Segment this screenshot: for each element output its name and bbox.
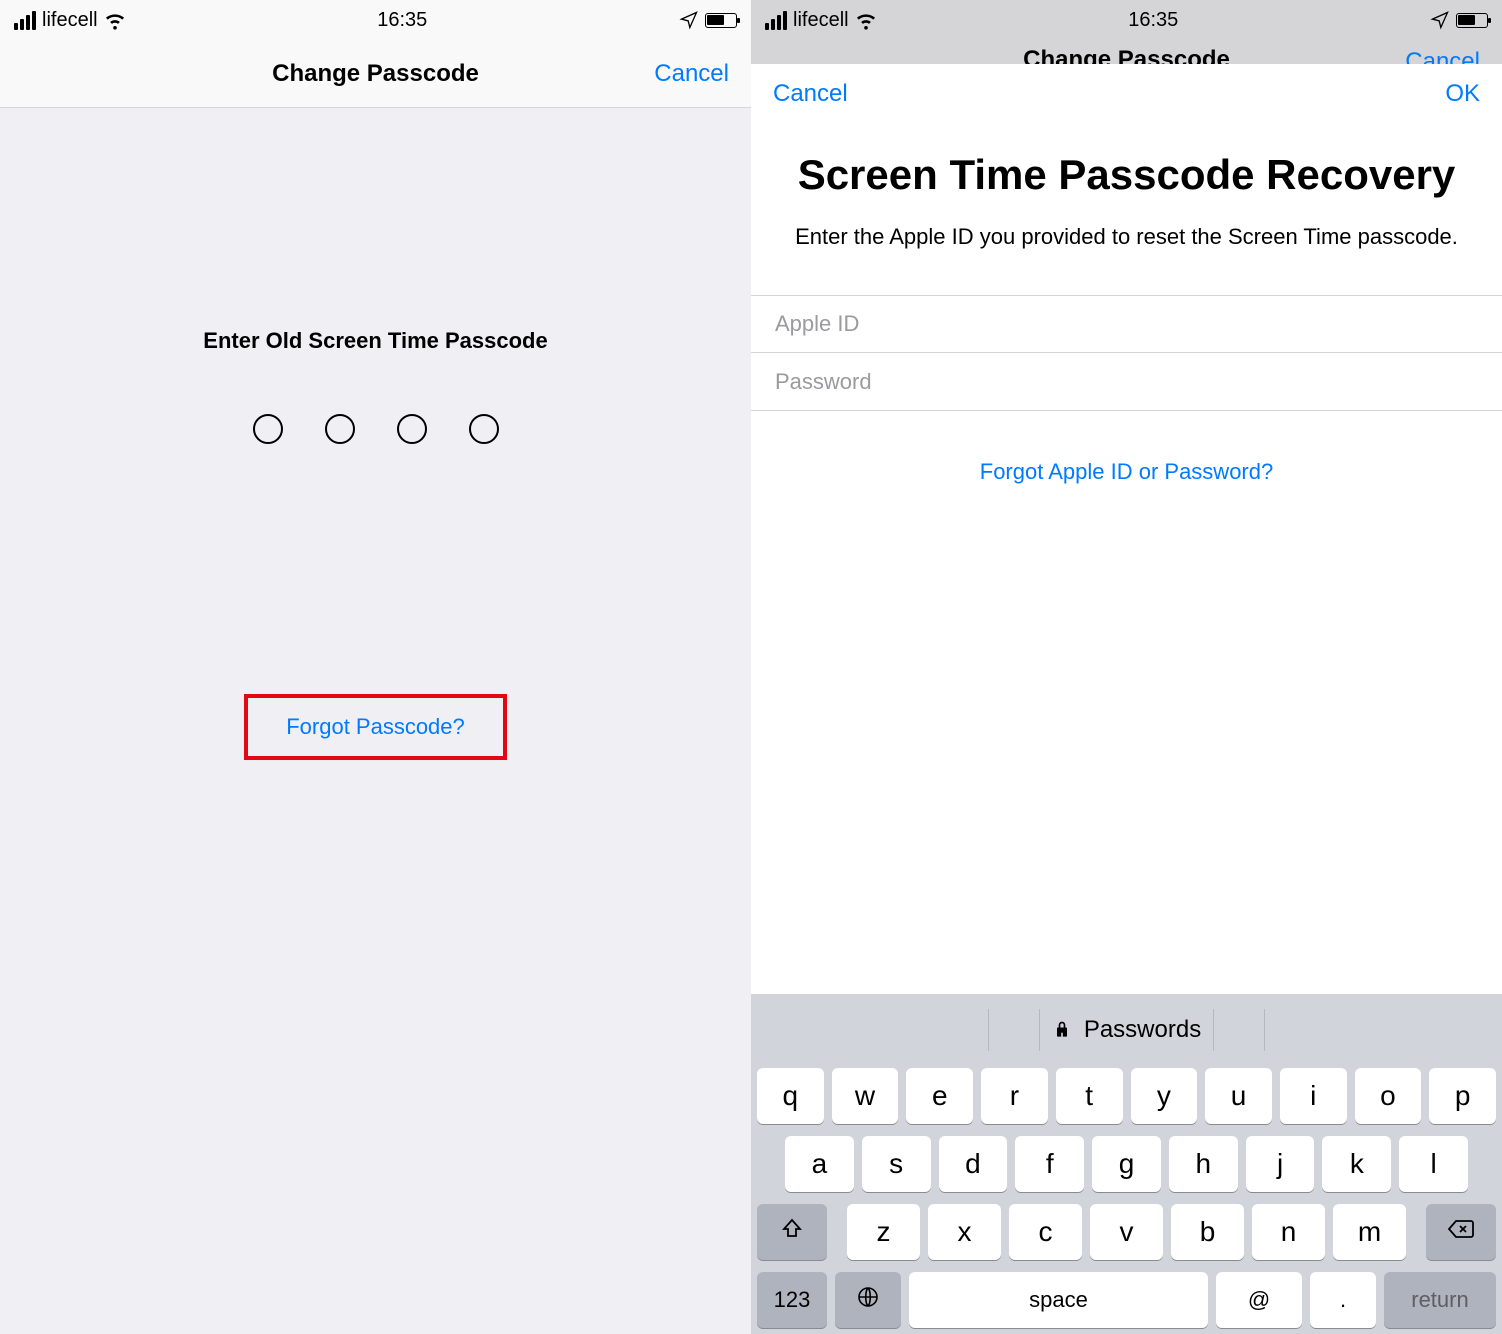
status-bar: lifecell 16:35 xyxy=(751,0,1502,40)
keyboard-row-2: a s d f g h j k l xyxy=(757,1136,1496,1192)
status-left: lifecell xyxy=(765,9,877,32)
carrier-label: lifecell xyxy=(793,9,849,32)
carrier-label: lifecell xyxy=(42,9,98,32)
space-key[interactable]: space xyxy=(909,1272,1208,1328)
key-c[interactable]: c xyxy=(1009,1204,1082,1260)
apple-id-field[interactable]: Apple ID xyxy=(751,295,1502,353)
recovery-sheet: Cancel OK Screen Time Passcode Recovery … xyxy=(751,64,1502,1334)
key-q[interactable]: q xyxy=(757,1068,824,1124)
wifi-icon xyxy=(104,9,126,31)
left-screenshot: lifecell 16:35 Change Passcode Cancel En… xyxy=(0,0,751,1334)
sheet-nav-bar: Cancel OK xyxy=(751,64,1502,124)
battery-icon xyxy=(705,13,737,28)
backspace-icon xyxy=(1447,1216,1475,1248)
status-bar: lifecell 16:35 xyxy=(0,0,751,40)
recovery-form: Apple ID Password xyxy=(751,295,1502,411)
passcode-dot xyxy=(397,414,427,444)
key-z[interactable]: z xyxy=(847,1204,920,1260)
forgot-passcode-link[interactable]: Forgot Passcode? xyxy=(286,714,465,740)
wifi-icon xyxy=(855,9,877,31)
location-arrow-icon xyxy=(1430,10,1450,30)
background-nav-bar: Change Passcode Cancel xyxy=(751,40,1502,64)
key-a[interactable]: a xyxy=(785,1136,854,1192)
cancel-button[interactable]: Cancel xyxy=(654,60,729,88)
suggestion-slot[interactable] xyxy=(1213,1009,1265,1051)
globe-icon xyxy=(856,1285,880,1315)
numbers-key[interactable]: 123 xyxy=(757,1272,827,1328)
key-o[interactable]: o xyxy=(1355,1068,1422,1124)
background-cancel-button: Cancel xyxy=(1405,48,1480,64)
status-right xyxy=(679,10,737,30)
suggestion-slot[interactable] xyxy=(988,1009,1040,1051)
key-x[interactable]: x xyxy=(928,1204,1001,1260)
status-left: lifecell xyxy=(14,9,126,32)
key-i[interactable]: i xyxy=(1280,1068,1347,1124)
key-d[interactable]: d xyxy=(939,1136,1008,1192)
key-j[interactable]: j xyxy=(1246,1136,1315,1192)
passcode-dot xyxy=(325,414,355,444)
keyboard: Passwords q w e r t y u i o p a s d f g xyxy=(751,994,1502,1334)
status-time: 16:35 xyxy=(1128,9,1178,32)
keyboard-row-3: z x c v b n m xyxy=(757,1204,1496,1260)
cellular-signal-icon xyxy=(765,11,787,30)
sheet-title: Screen Time Passcode Recovery xyxy=(751,150,1502,200)
cancel-button[interactable]: Cancel xyxy=(773,80,848,108)
key-u[interactable]: u xyxy=(1205,1068,1272,1124)
status-time: 16:35 xyxy=(377,9,427,32)
battery-icon xyxy=(1456,13,1488,28)
ok-button[interactable]: OK xyxy=(1445,80,1480,108)
globe-key[interactable] xyxy=(835,1272,901,1328)
keyboard-suggestion-bar[interactable]: Passwords xyxy=(757,1004,1496,1056)
shift-key[interactable] xyxy=(757,1204,827,1260)
key-icon xyxy=(1052,1020,1072,1040)
key-r[interactable]: r xyxy=(981,1068,1048,1124)
passcode-dot xyxy=(469,414,499,444)
keyboard-row-1: q w e r t y u i o p xyxy=(757,1068,1496,1124)
key-h[interactable]: h xyxy=(1169,1136,1238,1192)
passcode-dots[interactable] xyxy=(253,414,499,444)
key-g[interactable]: g xyxy=(1092,1136,1161,1192)
background-page-title: Change Passcode xyxy=(1023,46,1230,64)
key-b[interactable]: b xyxy=(1171,1204,1244,1260)
passcode-entry-body: Enter Old Screen Time Passcode Forgot Pa… xyxy=(0,108,751,1334)
key-p[interactable]: p xyxy=(1429,1068,1496,1124)
key-v[interactable]: v xyxy=(1090,1204,1163,1260)
key-n[interactable]: n xyxy=(1252,1204,1325,1260)
key-e[interactable]: e xyxy=(906,1068,973,1124)
return-key[interactable]: return xyxy=(1384,1272,1496,1328)
key-y[interactable]: y xyxy=(1131,1068,1198,1124)
sheet-subtitle: Enter the Apple ID you provided to reset… xyxy=(751,222,1502,253)
suggestion-passwords[interactable]: Passwords xyxy=(1084,1016,1201,1044)
forgot-apple-id-link[interactable]: Forgot Apple ID or Password? xyxy=(751,459,1502,485)
shift-icon xyxy=(780,1216,804,1248)
key-t[interactable]: t xyxy=(1056,1068,1123,1124)
status-right xyxy=(1430,10,1488,30)
location-arrow-icon xyxy=(679,10,699,30)
passcode-prompt: Enter Old Screen Time Passcode xyxy=(203,328,547,354)
dot-key[interactable]: . xyxy=(1310,1272,1376,1328)
key-m[interactable]: m xyxy=(1333,1204,1406,1260)
cellular-signal-icon xyxy=(14,11,36,30)
key-k[interactable]: k xyxy=(1322,1136,1391,1192)
right-screenshot: lifecell 16:35 Change Passcode Cancel Ca… xyxy=(751,0,1502,1334)
key-f[interactable]: f xyxy=(1015,1136,1084,1192)
key-s[interactable]: s xyxy=(862,1136,931,1192)
nav-bar: Change Passcode Cancel xyxy=(0,40,751,108)
passcode-dot xyxy=(253,414,283,444)
at-key[interactable]: @ xyxy=(1216,1272,1302,1328)
keyboard-row-4: 123 space @ . return xyxy=(757,1272,1496,1328)
key-w[interactable]: w xyxy=(832,1068,899,1124)
forgot-passcode-highlight: Forgot Passcode? xyxy=(244,694,507,760)
backspace-key[interactable] xyxy=(1426,1204,1496,1260)
page-title: Change Passcode xyxy=(272,60,479,88)
password-field[interactable]: Password xyxy=(751,353,1502,411)
key-l[interactable]: l xyxy=(1399,1136,1468,1192)
